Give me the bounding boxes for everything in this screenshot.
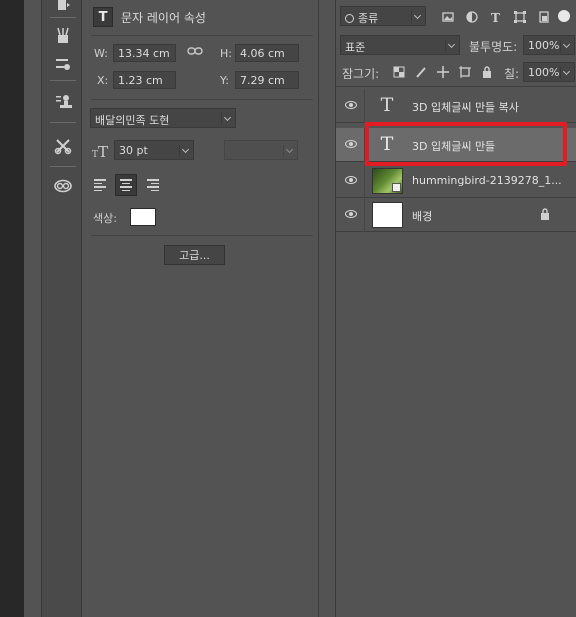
chevron-down-icon: [283, 145, 295, 157]
lock-all-icon[interactable]: [480, 65, 494, 79]
y-label: Y:: [220, 74, 229, 87]
properties-header: T 문자 레이어 속성: [93, 7, 206, 27]
properties-panel: T 문자 레이어 속성 W: 13.34 cm H: 4.06 cm X: 1.…: [83, 0, 319, 617]
chevron-down-icon: [411, 11, 423, 23]
clone-source-icon[interactable]: [50, 89, 76, 115]
x-label: X:: [97, 74, 109, 87]
smart-object-filter-icon[interactable]: [537, 10, 551, 24]
search-icon: [345, 14, 354, 23]
font-family-dropdown[interactable]: 배달의민족 도현: [90, 108, 236, 128]
properties-title: 문자 레이어 속성: [121, 10, 206, 25]
brush-settings-icon[interactable]: [50, 51, 76, 77]
selected-layer-highlight: [365, 122, 567, 166]
pixel-filter-icon[interactable]: [441, 10, 455, 24]
layer-row[interactable]: 배경: [336, 198, 576, 232]
layer-row[interactable]: hummingbird-2139278_1...: [336, 164, 576, 198]
align-right-button[interactable]: [141, 174, 163, 196]
lock-artboard-icon[interactable]: [458, 65, 472, 79]
background-thumbnail: [372, 202, 403, 228]
visibility-eye-icon[interactable]: [345, 176, 357, 184]
panel-gap: [24, 0, 41, 617]
text-layer-icon: T: [93, 7, 113, 27]
font-size-icon: TT: [92, 142, 112, 161]
chevron-down-icon: [445, 40, 457, 52]
chevron-down-icon: [179, 145, 191, 157]
fill-label: 칠:: [504, 67, 520, 81]
layer-row[interactable]: T 3D 입체글씨 만들 복사: [336, 89, 576, 123]
link-icon[interactable]: [187, 45, 203, 60]
lock-icon[interactable]: [540, 208, 550, 223]
width-label: W:: [94, 47, 108, 60]
smart-object-icon: [392, 183, 401, 192]
blend-mode-value: 표준: [345, 41, 366, 54]
lock-transparent-icon[interactable]: [392, 65, 406, 79]
font-size-value: 30 pt: [119, 144, 148, 157]
brushes-icon[interactable]: [50, 23, 76, 49]
svg-text:T: T: [98, 143, 108, 158]
type-filter-icon[interactable]: T: [489, 10, 503, 24]
history-icon[interactable]: [50, 0, 76, 18]
layer-name: hummingbird-2139278_1...: [412, 174, 562, 187]
text-layer-thumbnail-icon: T: [380, 94, 394, 116]
smart-object-thumbnail: [372, 168, 403, 194]
panel-divider: [319, 0, 335, 617]
height-field[interactable]: 4.06 cm: [235, 44, 299, 62]
tool-presets-icon[interactable]: [50, 133, 76, 159]
lock-pixels-icon[interactable]: [414, 65, 428, 79]
visibility-eye-icon[interactable]: [345, 210, 357, 218]
chevron-down-icon: [560, 40, 572, 52]
layer-name: 3D 입체글씨 만들 복사: [412, 101, 519, 114]
font-family-value: 배달의민족 도현: [95, 114, 170, 127]
height-label: H:: [220, 47, 232, 60]
layer-filter-value: 종류: [358, 12, 379, 25]
opacity-value: 100%: [528, 39, 560, 52]
svg-text:T: T: [491, 11, 500, 23]
layer-name: 배경: [412, 210, 433, 223]
layer-filter-dropdown[interactable]: 종류: [340, 6, 426, 26]
align-left-button[interactable]: [90, 174, 112, 196]
y-field[interactable]: 7.29 cm: [235, 71, 299, 89]
width-field[interactable]: 13.34 cm: [113, 44, 176, 62]
color-label: 색상:: [93, 212, 117, 225]
collapsed-panel-strip: [41, 0, 82, 617]
creative-cloud-icon[interactable]: [50, 173, 76, 199]
advanced-button[interactable]: 고급...: [164, 245, 225, 265]
chevron-down-icon: [221, 113, 233, 125]
lock-label: 잠그기:: [342, 67, 380, 81]
align-center-button[interactable]: [115, 174, 137, 196]
fill-field[interactable]: 100%: [523, 62, 575, 82]
fill-value: 100%: [528, 66, 560, 79]
visibility-eye-icon[interactable]: [345, 101, 357, 109]
opacity-field[interactable]: 100%: [523, 35, 575, 55]
opacity-label: 불투명도:: [469, 40, 518, 54]
font-size-dropdown[interactable]: 30 pt: [114, 140, 194, 160]
leading-dropdown-disabled: [224, 140, 298, 160]
blend-mode-dropdown[interactable]: 표준: [340, 35, 460, 55]
x-field[interactable]: 1.23 cm: [113, 71, 176, 89]
filter-toggle-icon[interactable]: [558, 10, 570, 22]
lock-position-icon[interactable]: [436, 65, 450, 79]
shape-filter-icon[interactable]: [513, 10, 527, 24]
visibility-eye-icon[interactable]: [345, 140, 357, 148]
adjustment-filter-icon[interactable]: [465, 10, 479, 24]
text-color-swatch[interactable]: [130, 208, 156, 226]
chevron-down-icon: [560, 67, 572, 79]
canvas-area: [0, 0, 24, 617]
layers-panel: 종류 T 표준 불투명도: 100% 잠그기: 칠: 100% T 3D 입체글…: [335, 0, 576, 617]
